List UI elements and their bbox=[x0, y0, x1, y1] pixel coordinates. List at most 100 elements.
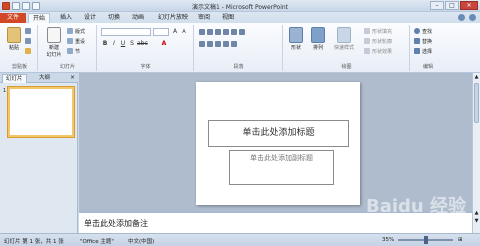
collapse-ribbon-icon[interactable] bbox=[458, 14, 465, 21]
new-slide-icon bbox=[47, 27, 61, 43]
minimize-button[interactable]: – bbox=[430, 1, 444, 10]
status-bar: 幻灯片 第 1 张，共 1 张 "Office 主题" 中文(中国) 35% ⊞ bbox=[0, 233, 480, 246]
language-indicator[interactable]: 中文(中国) bbox=[128, 237, 154, 245]
zoom-level[interactable]: 35% bbox=[382, 237, 394, 243]
find-icon bbox=[414, 28, 420, 34]
align-center-icon[interactable] bbox=[207, 41, 213, 47]
layout-icon bbox=[67, 28, 73, 34]
bullets-icon[interactable] bbox=[199, 29, 205, 35]
scroll-thumb[interactable] bbox=[474, 83, 479, 123]
shape-outline-button[interactable]: 形状轮廓 bbox=[364, 37, 392, 45]
tab-slides-panel[interactable]: 幻灯片 bbox=[2, 74, 27, 83]
paste-button[interactable]: 粘贴 bbox=[4, 27, 24, 51]
notes-placeholder: 单击此处添加备注 bbox=[84, 219, 148, 228]
slide[interactable]: 单击此处添加标题 单击此处添加副标题 bbox=[196, 82, 360, 205]
distributed-icon[interactable] bbox=[231, 41, 237, 47]
tab-slideshow[interactable]: 幻灯片放映 bbox=[154, 13, 192, 23]
decrease-indent-icon[interactable] bbox=[215, 29, 221, 35]
group-clipboard: 粘贴 剪贴板 bbox=[2, 25, 38, 71]
thumbnail-number: 1 bbox=[3, 88, 7, 94]
tab-home[interactable]: 开始 bbox=[28, 13, 51, 23]
tab-review[interactable]: 审阅 bbox=[194, 13, 214, 23]
justify-icon[interactable] bbox=[223, 41, 229, 47]
quick-styles-icon bbox=[337, 27, 351, 43]
select-icon bbox=[414, 48, 420, 54]
tab-outline-panel[interactable]: 大纲 bbox=[36, 74, 53, 83]
font-color-icon[interactable]: A bbox=[160, 40, 168, 48]
tab-design[interactable]: 设计 bbox=[80, 13, 100, 23]
window-title: 演示文稿1 - Microsoft PowerPoint bbox=[191, 4, 289, 11]
strikethrough-icon[interactable]: abc bbox=[137, 40, 148, 48]
reset-button[interactable]: 重设 bbox=[67, 37, 85, 45]
maximize-button[interactable]: □ bbox=[445, 1, 459, 10]
columns-icon[interactable] bbox=[239, 29, 245, 35]
help-icons bbox=[458, 14, 476, 21]
line-spacing-icon[interactable] bbox=[231, 29, 237, 35]
subtitle-placeholder[interactable]: 单击此处添加副标题 bbox=[229, 150, 334, 185]
title-placeholder[interactable]: 单击此处添加标题 bbox=[208, 120, 349, 147]
close-button[interactable]: ✕ bbox=[460, 1, 478, 10]
tab-animations[interactable]: 动画 bbox=[128, 13, 148, 23]
shadow-icon[interactable]: S bbox=[128, 40, 136, 48]
tab-view[interactable]: 视图 bbox=[218, 13, 238, 23]
close-panel-icon[interactable]: × bbox=[70, 74, 75, 81]
paragraph-row-1 bbox=[199, 28, 245, 36]
editing-group-label: 编辑 bbox=[422, 64, 433, 70]
new-slide-button[interactable]: 新建 幻灯片 bbox=[42, 27, 66, 58]
arrange-button[interactable]: 排列 bbox=[308, 27, 328, 51]
cut-button[interactable] bbox=[25, 27, 31, 35]
section-icon bbox=[67, 48, 73, 54]
select-button[interactable]: 选择 bbox=[414, 47, 432, 55]
font-group-label: 字体 bbox=[140, 64, 151, 70]
next-slide-icon[interactable]: ▼ bbox=[473, 217, 480, 225]
replace-button[interactable]: 替换 bbox=[414, 37, 432, 45]
quick-styles-button[interactable]: 快速样式 bbox=[331, 27, 357, 51]
tab-file[interactable]: 文件 bbox=[0, 13, 26, 23]
slide-canvas: 单击此处添加标题 单击此处添加副标题 bbox=[79, 73, 472, 211]
title-bar: 演示文稿1 - Microsoft PowerPoint – □ ✕ bbox=[0, 0, 480, 12]
group-editing: 查找 替换 选择 编辑 bbox=[411, 25, 445, 71]
find-button[interactable]: 查找 bbox=[414, 27, 432, 35]
theme-name: "Office 主题" bbox=[80, 239, 114, 245]
align-right-icon[interactable] bbox=[215, 41, 221, 47]
format-painter-button[interactable] bbox=[25, 47, 31, 55]
fit-window-icon[interactable]: ⊞ bbox=[458, 237, 463, 243]
font-family-field[interactable] bbox=[101, 28, 151, 36]
drawing-group-label: 绘图 bbox=[341, 64, 352, 70]
numbering-icon[interactable] bbox=[207, 29, 213, 35]
paste-icon bbox=[7, 27, 21, 43]
group-font: A A B I U S abc A 字体 bbox=[98, 25, 194, 71]
shapes-button[interactable]: 形状 bbox=[286, 27, 306, 51]
grow-font-button[interactable]: A bbox=[171, 28, 179, 36]
arrange-icon bbox=[311, 27, 325, 43]
help-icon[interactable] bbox=[469, 14, 476, 21]
italic-icon[interactable]: I bbox=[110, 40, 118, 48]
copy-button[interactable] bbox=[25, 37, 31, 45]
shape-effects-button[interactable]: 形状效果 bbox=[364, 47, 392, 55]
slides-group-label: 幻灯片 bbox=[59, 64, 75, 70]
underline-icon[interactable]: U bbox=[119, 40, 127, 48]
font-size-field[interactable] bbox=[153, 28, 169, 36]
baidu-watermark: Baidu 经验 bbox=[366, 196, 467, 217]
group-slides: 新建 幻灯片 版式 重设 节 幻灯片 bbox=[39, 25, 97, 71]
ribbon-tabs: 文件 开始 插入 设计 切换 动画 幻灯片放映 审阅 视图 bbox=[0, 12, 480, 23]
section-button[interactable]: 节 bbox=[67, 47, 80, 55]
shrink-font-button[interactable]: A bbox=[180, 28, 188, 36]
align-left-icon[interactable] bbox=[199, 41, 205, 47]
vertical-scrollbar[interactable]: ▲ ▲ ▼ bbox=[472, 73, 480, 233]
bold-icon[interactable]: B bbox=[101, 40, 109, 48]
window-controls: – □ ✕ bbox=[430, 1, 478, 10]
prev-slide-icon[interactable]: ▲ bbox=[473, 209, 480, 217]
format-painter-icon bbox=[25, 48, 31, 54]
fill-icon bbox=[364, 28, 370, 34]
shape-fill-button[interactable]: 形状填充 bbox=[364, 27, 392, 35]
tab-transitions[interactable]: 切换 bbox=[104, 13, 124, 23]
slide-thumbnail[interactable] bbox=[8, 87, 74, 137]
zoom-slider-handle[interactable] bbox=[424, 236, 428, 244]
increase-indent-icon[interactable] bbox=[223, 29, 229, 35]
layout-button[interactable]: 版式 bbox=[67, 27, 85, 35]
slides-panel: 幻灯片 大纲 × 1 bbox=[0, 73, 78, 233]
tab-insert[interactable]: 插入 bbox=[56, 13, 76, 23]
outline-icon bbox=[364, 38, 370, 44]
scroll-up-icon[interactable]: ▲ bbox=[473, 73, 480, 81]
